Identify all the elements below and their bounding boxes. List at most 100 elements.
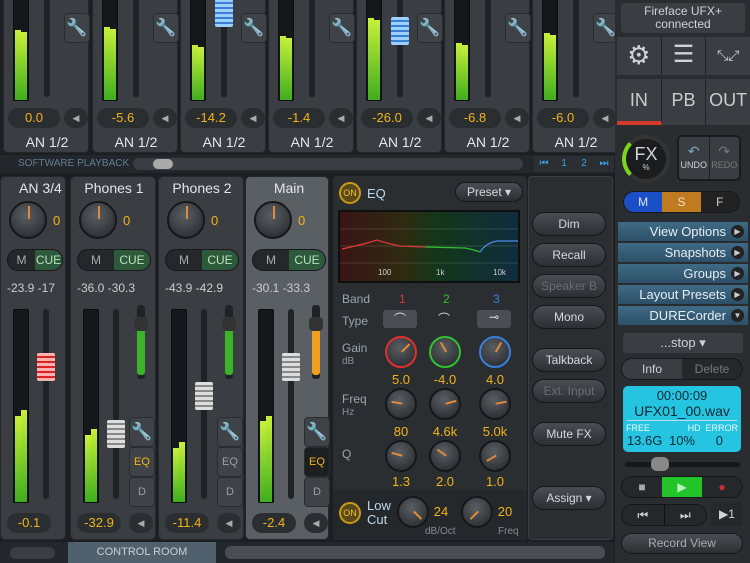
channel-name[interactable]: AN 3/4: [19, 180, 62, 196]
mute-button[interactable]: M: [78, 250, 114, 270]
expand-button[interactable]: ◀: [593, 108, 617, 128]
channel-name[interactable]: AN 1/2: [445, 134, 531, 150]
gain-knob[interactable]: [9, 201, 47, 239]
expand-button[interactable]: ◀: [417, 108, 441, 128]
freq-knob[interactable]: [479, 388, 511, 420]
play-icon[interactable]: ▶: [662, 477, 702, 497]
channel-name[interactable]: AN 1/2: [357, 134, 443, 150]
slider-thumb[interactable]: [651, 457, 669, 471]
fader-track[interactable]: [44, 0, 50, 97]
settings-wrench-icon[interactable]: 🔧: [64, 13, 90, 43]
fader-track[interactable]: [288, 309, 294, 499]
first-page-button[interactable]: ⏮: [534, 156, 554, 172]
eq-preset-dropdown[interactable]: Preset ▾: [455, 182, 523, 202]
mute-button[interactable]: M: [253, 250, 289, 270]
mute-button[interactable]: M: [8, 250, 35, 270]
fader-track[interactable]: [485, 0, 491, 97]
expand-button[interactable]: ◀: [64, 108, 88, 128]
ext-input-button[interactable]: Ext. Input: [532, 379, 606, 403]
volume-fader[interactable]: [391, 17, 409, 45]
s-button[interactable]: S: [662, 192, 701, 212]
gain-knob[interactable]: [385, 336, 417, 368]
recall-button[interactable]: Recall: [532, 243, 606, 267]
volume-fader[interactable]: [37, 353, 55, 381]
settings-wrench-icon[interactable]: 🔧: [129, 417, 155, 447]
settings-wrench-icon[interactable]: 🔧: [304, 417, 330, 447]
eq-button[interactable]: EQ: [129, 447, 155, 477]
channel-name[interactable]: Main: [246, 180, 332, 196]
freq-knob[interactable]: [385, 388, 417, 420]
expand-button[interactable]: ◀: [329, 108, 353, 128]
scroll-thumb[interactable]: [153, 159, 173, 169]
position-slider[interactable]: [625, 457, 740, 471]
cue-button[interactable]: CUE: [202, 250, 238, 270]
fx-knob[interactable]: FX %: [622, 135, 670, 183]
page-2-button[interactable]: 2: [574, 156, 594, 172]
fader-track[interactable]: [113, 309, 119, 499]
loop-mode-button[interactable]: ▶1: [711, 502, 743, 526]
menu-groups[interactable]: Groups ▶: [618, 264, 748, 283]
dynamics-button[interactable]: D: [304, 477, 330, 507]
q-knob[interactable]: [429, 440, 461, 472]
layout-list-icon[interactable]: ☰: [662, 37, 707, 75]
dynamics-button[interactable]: D: [217, 477, 243, 507]
rewind-icon[interactable]: ⏮: [622, 505, 665, 525]
menu-layout-presets[interactable]: Layout Presets ▶: [618, 285, 748, 304]
cue-button[interactable]: CUE: [289, 250, 325, 270]
tab-out[interactable]: OUT: [706, 79, 750, 125]
dim-button[interactable]: Dim: [532, 212, 606, 236]
m-button[interactable]: M: [624, 192, 663, 212]
cue-button[interactable]: CUE: [114, 250, 150, 270]
channel-name[interactable]: AN 1/2: [4, 134, 90, 150]
filter-type-button[interactable]: ⌒: [427, 310, 461, 328]
gain-knob[interactable]: [429, 336, 461, 368]
mute-button[interactable]: M: [166, 250, 202, 270]
menu-snapshots[interactable]: Snapshots ▶: [618, 243, 748, 262]
cue-button[interactable]: CUE: [35, 250, 62, 270]
send-handle[interactable]: [222, 317, 236, 331]
channel-name[interactable]: AN 1/2: [533, 134, 619, 150]
send-handle[interactable]: [134, 317, 148, 331]
page-1-button[interactable]: 1: [554, 156, 574, 172]
fader-track[interactable]: [397, 0, 403, 97]
eq-button[interactable]: EQ: [304, 447, 330, 477]
eq-on-button[interactable]: ON: [339, 182, 361, 204]
f-button[interactable]: F: [700, 192, 739, 212]
menu-durecorder[interactable]: DURECorder ▼: [618, 306, 748, 325]
expand-button[interactable]: ◀: [241, 108, 265, 128]
undo-button[interactable]: ↶ UNDO: [679, 137, 710, 179]
expand-button[interactable]: ◀: [217, 513, 241, 533]
settings-wrench-icon[interactable]: 🔧: [329, 13, 355, 43]
expand-button[interactable]: ◀: [505, 108, 529, 128]
talkback-button[interactable]: Talkback: [532, 348, 606, 372]
filter-type-button[interactable]: ⌒: [383, 310, 417, 328]
gain-knob[interactable]: [167, 201, 205, 239]
settings-wrench-icon[interactable]: 🔧: [505, 13, 531, 43]
q-knob[interactable]: [479, 440, 511, 472]
last-page-button[interactable]: ⏭: [594, 156, 614, 172]
horizontal-scrollbar[interactable]: [133, 158, 523, 170]
eq-button[interactable]: EQ: [217, 447, 243, 477]
volume-fader[interactable]: [195, 381, 213, 410]
mute-fx-button[interactable]: Mute FX: [532, 422, 606, 446]
tab-pb[interactable]: PB: [662, 79, 707, 125]
volume-fader[interactable]: [282, 353, 300, 381]
channel-name[interactable]: AN 1/2: [181, 134, 267, 150]
fast-forward-icon[interactable]: ⏭: [665, 505, 707, 525]
redo-button[interactable]: ↷ REDO: [710, 137, 740, 179]
fullscreen-icon[interactable]: ⤡⤢: [706, 37, 750, 75]
fader-track[interactable]: [309, 0, 315, 97]
settings-gear-icon[interactable]: ⚙: [617, 37, 662, 75]
gain-knob[interactable]: [254, 201, 292, 239]
mono-button[interactable]: Mono: [532, 305, 606, 329]
menu-view-options[interactable]: View Options ▶: [618, 222, 748, 241]
gain-knob[interactable]: [479, 336, 511, 368]
filter-type-button[interactable]: ⊸: [477, 310, 511, 328]
freq-knob[interactable]: [429, 388, 461, 420]
assign-dropdown[interactable]: Assign ▾: [532, 486, 606, 510]
settings-wrench-icon[interactable]: 🔧: [217, 417, 243, 447]
fader-track[interactable]: [43, 309, 49, 499]
tab-in[interactable]: IN: [617, 79, 662, 125]
settings-wrench-icon[interactable]: 🔧: [417, 13, 443, 43]
dynamics-button[interactable]: D: [129, 477, 155, 507]
